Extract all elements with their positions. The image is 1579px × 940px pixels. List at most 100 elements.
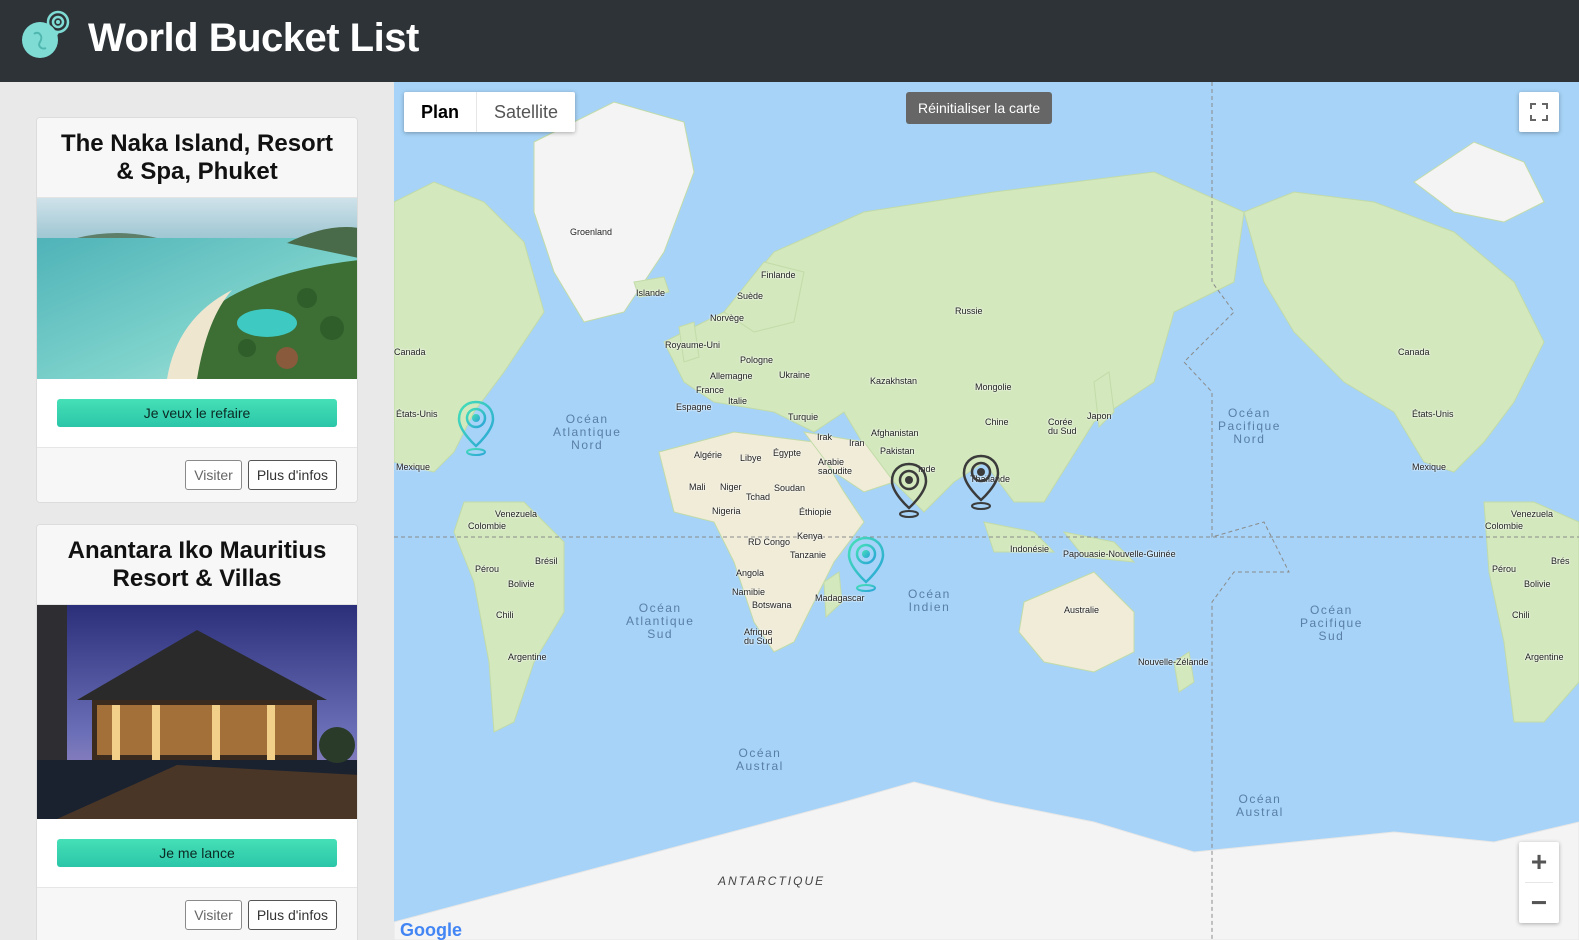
visit-button[interactable]: Visiter	[185, 900, 242, 930]
map-label: Islande	[636, 288, 666, 298]
map-label: Italie	[728, 396, 748, 406]
map-label: Canada	[394, 347, 426, 357]
map-label: Argentine	[1525, 652, 1564, 662]
fullscreen-icon	[1530, 103, 1548, 121]
google-logo: Google	[400, 920, 462, 940]
map-label: Mali	[689, 482, 706, 492]
map-label: ANTARCTIQUE	[718, 874, 826, 888]
map-label: Libye	[740, 453, 762, 463]
map-label: Corée du Sud	[1048, 417, 1077, 436]
map-label: Pakistan	[880, 446, 915, 456]
map-label: Australie	[1064, 605, 1100, 615]
map-label: Finlande	[761, 270, 796, 280]
map-label: Royaume-Uni	[665, 340, 721, 350]
start-button[interactable]: Je me lance	[57, 839, 337, 867]
ocean-label: Océan Atlantique Sud	[626, 601, 695, 641]
ocean-label: Océan Indien	[908, 587, 951, 614]
map-label: Botswana	[752, 600, 792, 610]
map-label: Nigeria	[712, 506, 741, 516]
destination-card: Anantara Iko Mauritius Resort & Villas J…	[36, 524, 358, 940]
map-label: Kenya	[797, 531, 823, 541]
map-label: Ukraine	[779, 370, 811, 380]
app-title: World Bucket List	[88, 16, 419, 60]
map-label: Namibie	[732, 587, 766, 597]
visit-button[interactable]: Visiter	[185, 460, 242, 490]
ocean-label: Océan Atlantique Nord	[553, 412, 622, 452]
destination-card: The Naka Island, Resort & Spa, Phuket Je…	[36, 117, 358, 503]
resort-photo	[37, 605, 357, 819]
map-label: Tchad	[746, 492, 771, 502]
map-label: Colombie	[1485, 521, 1524, 531]
map-label: Brésil	[535, 556, 558, 566]
map-label: Turquie	[788, 412, 819, 422]
map-label: Afrique du Sud	[744, 627, 773, 646]
ocean-label: Océan Pacifique Sud	[1300, 603, 1363, 643]
map-label: Venezuela	[495, 509, 538, 519]
card-title: Anantara Iko Mauritius Resort & Villas	[67, 536, 327, 592]
map-label: Japon	[1087, 411, 1112, 421]
map-label: Chili	[1512, 610, 1530, 620]
map-label: Pérou	[475, 564, 500, 574]
zoom-control: + −	[1519, 842, 1559, 923]
zoom-in-button[interactable]: +	[1519, 842, 1559, 882]
map-type-satellite-button[interactable]: Satellite	[477, 92, 575, 132]
map-pin-icon[interactable]	[847, 536, 885, 592]
top-bar: World Bucket List	[0, 0, 1579, 82]
map-label: Madagascar	[815, 593, 865, 603]
ocean-label: Océan Austral	[736, 746, 784, 773]
zoom-out-button[interactable]: −	[1519, 883, 1559, 923]
fullscreen-button[interactable]	[1519, 92, 1559, 132]
world-map[interactable]: Groenland Islande Finlande Suède Norvège…	[394, 82, 1579, 940]
map-label: Chili	[496, 610, 514, 620]
map-pin-icon[interactable]	[890, 462, 928, 518]
map-label: Allemagne	[710, 371, 753, 381]
map-label: Afghanistan	[871, 428, 919, 438]
map-label: Bolivie	[1524, 579, 1551, 589]
map-pin-icon[interactable]	[457, 400, 495, 456]
map-label: Venezuela	[1511, 509, 1554, 519]
more-info-button[interactable]: Plus d'infos	[247, 460, 337, 490]
map-label: États-Unis	[1412, 409, 1454, 419]
map-label: Pologne	[740, 355, 774, 365]
map-label: États-Unis	[396, 409, 438, 419]
resort-photo	[37, 198, 357, 379]
card-footer: Visiter Plus d'infos	[37, 888, 357, 940]
map-label: Brés	[1551, 556, 1570, 566]
map-label: Espagne	[676, 402, 712, 412]
ocean-label: Océan Austral	[1236, 792, 1284, 819]
map-label: Russie	[955, 306, 983, 316]
map-label: Pérou	[1492, 564, 1517, 574]
map-type-control: Plan Satellite	[404, 92, 576, 132]
map-label: RD Congo	[748, 537, 791, 547]
card-title: The Naka Island, Resort & Spa, Phuket	[60, 129, 334, 185]
map-tiles	[394, 82, 1579, 940]
map-label: Chine	[985, 417, 1009, 427]
map-label: Angola	[736, 568, 765, 578]
map-label: Iran	[849, 438, 865, 448]
more-info-button[interactable]: Plus d'infos	[247, 900, 337, 930]
map-label: Suède	[737, 291, 764, 301]
map-label: Nouvelle-Zélande	[1138, 657, 1209, 667]
map-label: Groenland	[570, 227, 613, 237]
map-label: Égypte	[773, 448, 802, 458]
map-label: Mexique	[1412, 462, 1447, 472]
map-label: Kazakhstan	[870, 376, 918, 386]
map-type-plan-button[interactable]: Plan	[404, 92, 478, 132]
card-header: Anantara Iko Mauritius Resort & Villas	[37, 525, 357, 605]
map-label: Bolivie	[508, 579, 535, 589]
map-label: Norvège	[710, 313, 745, 323]
card-header: The Naka Island, Resort & Spa, Phuket	[37, 118, 357, 198]
map-label: Indonésie	[1010, 544, 1050, 554]
map-label: Colombie	[468, 521, 507, 531]
map-label: Tanzanie	[790, 550, 827, 560]
map-label: Mexique	[396, 462, 431, 472]
map-label: Niger	[720, 482, 742, 492]
map-pin-icon[interactable]	[962, 454, 1000, 510]
map-label: Canada	[1398, 347, 1430, 357]
redo-button[interactable]: Je veux le refaire	[57, 399, 337, 427]
reset-map-button[interactable]: Réinitialiser la carte	[906, 92, 1053, 124]
map-label: Argentine	[508, 652, 547, 662]
map-label: Soudan	[774, 483, 806, 493]
card-footer: Visiter Plus d'infos	[37, 448, 357, 502]
map-label: Mongolie	[975, 382, 1012, 392]
